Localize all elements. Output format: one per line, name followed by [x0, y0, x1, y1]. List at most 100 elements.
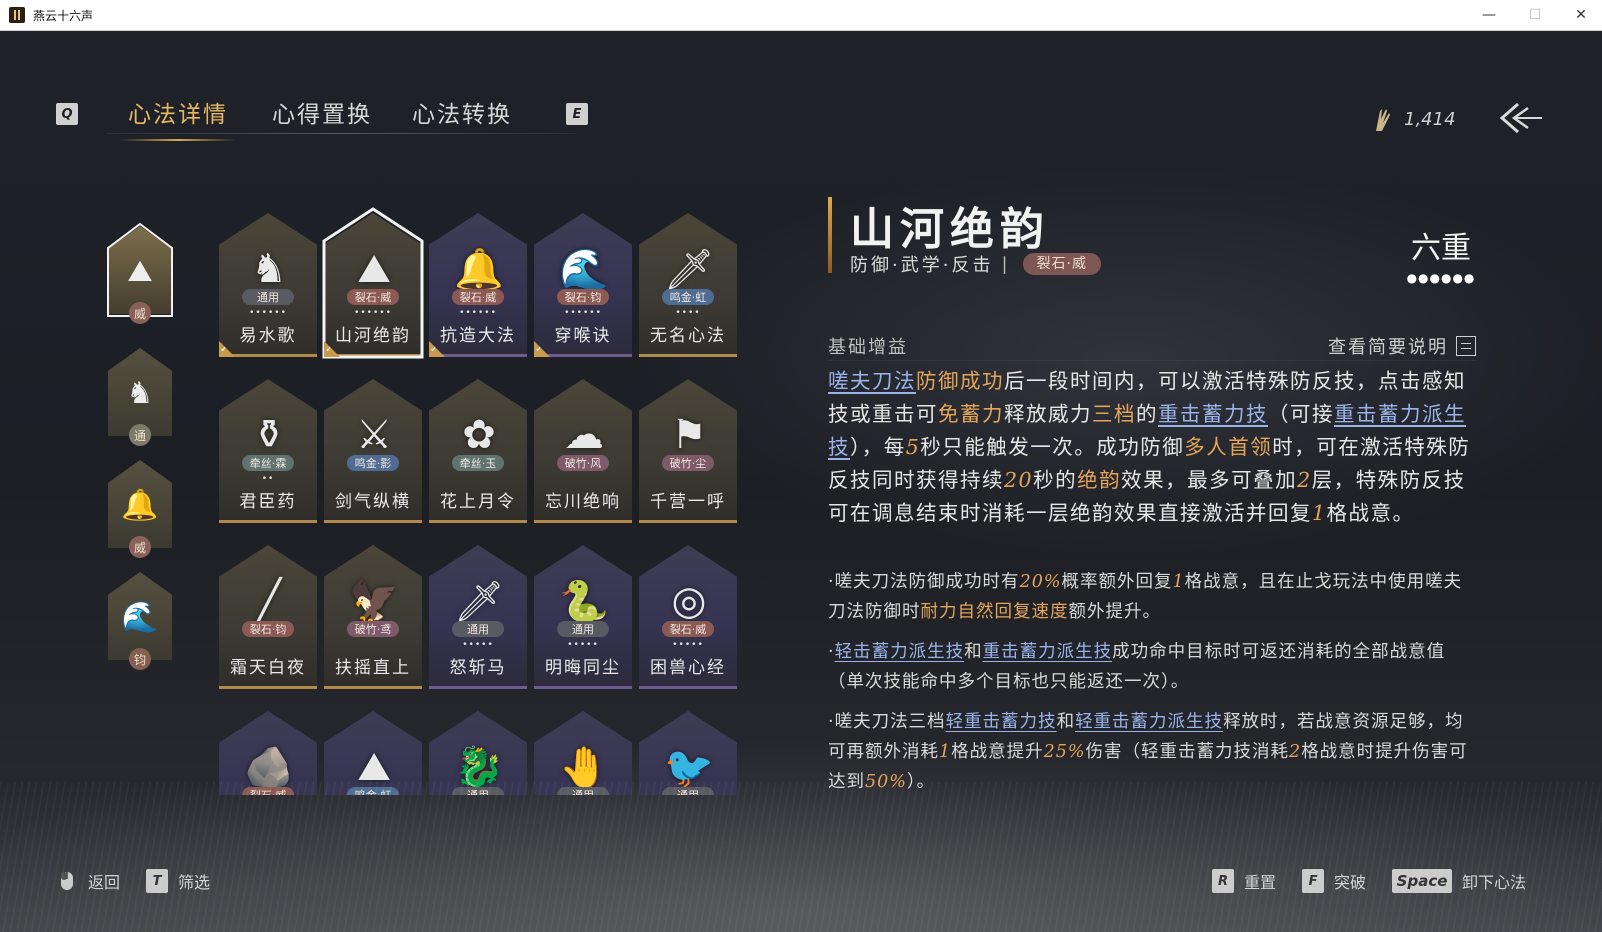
desc-text: 秒的: [1033, 468, 1078, 492]
skill-card[interactable]: ╱ 裂石·钧 霜天白夜: [219, 545, 317, 689]
tag-separator: |: [1001, 253, 1011, 275]
skill-card[interactable]: ✿ 牵丝·玉 花上月令: [429, 379, 527, 523]
skill-card[interactable]: 🤚 通用 •: [534, 711, 632, 795]
card-name: 山河绝韵: [335, 326, 411, 346]
card-school-badge: 牵丝·玉: [452, 455, 504, 471]
skill-card[interactable]: 🌊 裂石·钧 •••••• 穿喉诀 ✓: [534, 213, 632, 357]
unequip-key[interactable]: Space: [1392, 869, 1453, 893]
card-grade-dots: [219, 640, 317, 650]
card-school-badge: 通用: [662, 787, 714, 795]
desc-text: 效果，最多可叠加: [1121, 468, 1298, 492]
back-arrow-icon[interactable]: [1498, 98, 1544, 138]
desc-text: 和: [964, 642, 983, 662]
skill-link[interactable]: 重击蓄力技: [1158, 402, 1268, 426]
maximize-button[interactable]: ☐: [1512, 0, 1558, 30]
desc-text: ·嗟夫刀法防御成功时有: [828, 572, 1020, 592]
card-name: 无名心法: [650, 326, 726, 346]
skill-card[interactable]: ⚑ 破竹·尘 千营一呼: [639, 379, 737, 523]
unequip-action-label[interactable]: 卸下心法: [1462, 869, 1526, 893]
help-list-icon: [1456, 336, 1476, 356]
skill-card[interactable]: 🐍 通用 ••••• 明晦同尘: [534, 545, 632, 689]
game-viewport: Q 心法详情 心得置换 心法转换 E 1,414 ⛰ 威 ♞ 通 🔔 威 🌊 钧: [0, 31, 1602, 932]
card-grade-dots: •••••: [462, 640, 494, 650]
desc-text: 多人首领: [1184, 435, 1273, 459]
card-grade-dots: •••••: [672, 640, 704, 650]
card-name: 花上月令: [440, 492, 516, 512]
card-illustration-icon: ╱: [256, 578, 282, 624]
skill-card[interactable]: 🗡 通用 ••••• 怒斩马: [429, 545, 527, 689]
skill-card[interactable]: 🐦 通用: [639, 711, 737, 795]
skill-tag-list: 防御·武学·反击: [850, 255, 994, 276]
card-school-badge: 通用: [557, 787, 609, 795]
desc-text: 1: [939, 742, 952, 762]
skill-card[interactable]: ⚔ 鸣金·影 剑气纵横: [324, 379, 422, 523]
card-illustration-icon: 🪨: [244, 744, 294, 791]
skill-link[interactable]: 轻重击蓄力派生技: [1075, 712, 1223, 732]
desc-text: 释放威力: [1004, 402, 1092, 426]
card-grade-dots: [324, 474, 422, 484]
card-school-badge: 通用: [452, 621, 504, 637]
back-action-label[interactable]: 返回: [88, 869, 120, 893]
desc-text: 2: [1297, 468, 1312, 492]
skill-card[interactable]: ⛰ 裂石·威 •••••• 山河绝韵 ✓: [322, 207, 424, 359]
desc-text: 防御成功: [916, 369, 1004, 393]
desc-text: 2: [1289, 742, 1302, 762]
currency-amount: 1,414: [1404, 108, 1456, 130]
card-name: 困兽心经: [650, 658, 726, 678]
grade-label: 六重: [1411, 231, 1471, 266]
skill-link[interactable]: 轻击蓄力派生技: [835, 642, 965, 662]
skill-card[interactable]: 🦅 破竹·鸢 扶摇直上: [324, 545, 422, 689]
currency-display: 1,414: [1370, 103, 1456, 135]
card-illustration-icon: 🔔: [454, 246, 504, 293]
skill-link[interactable]: 嗟夫刀法: [828, 369, 916, 393]
card-name: 君臣药: [239, 492, 297, 512]
card-grade-dots: [534, 474, 632, 484]
skill-card[interactable]: 🗡 鸣金·虹 •••• 无名心法: [639, 213, 737, 357]
card-school-badge: 通用: [557, 621, 609, 637]
filter-key[interactable]: T: [146, 869, 169, 893]
skill-card[interactable]: ☁ 破竹·风 忘川绝响: [534, 379, 632, 523]
game-window: 燕云十六声 — ☐ ✕ Q 心法详情 心得置换 心法转换 E 1,414 ⛰ 威…: [0, 0, 1602, 932]
desc-text: 格战意提升: [951, 742, 1044, 762]
card-grade-dots: ••••••: [564, 308, 602, 318]
desc-text: 伤害（轻重击蓄力技消耗: [1085, 742, 1290, 762]
bonus-line-1: ·嗟夫刀法防御成功时有20%概率额外回复1格战意，且在止戈玩法中使用嗟夫刀法防御…: [828, 567, 1476, 627]
desc-text: ·: [828, 642, 835, 662]
skill-link[interactable]: 轻重击蓄力技: [946, 712, 1057, 732]
skill-card[interactable]: ◎ 裂石·威 ••••• 困兽心经: [639, 545, 737, 689]
filter-action-label[interactable]: 筛选: [178, 869, 210, 893]
desc-text: 绝韵: [1077, 468, 1122, 492]
skill-card[interactable]: 🔔 裂石·威 •••••• 抗造大法 ✓: [429, 213, 527, 357]
brief-help-link[interactable]: 查看简要说明: [1328, 333, 1476, 359]
title-accent-bar: [828, 197, 832, 273]
skill-card[interactable]: 🐉 通用 •: [429, 711, 527, 795]
card-grade-dots: ••••••: [354, 308, 392, 318]
footer-right-controls: R 重置 F 突破 Space 卸下心法: [1212, 869, 1526, 893]
footer-left-controls: 返回 T 筛选: [60, 869, 210, 893]
desc-text: 1: [1312, 501, 1327, 525]
card-name: 忘川绝响: [545, 492, 621, 512]
breakthrough-key[interactable]: F: [1302, 869, 1325, 893]
breakthrough-action-label[interactable]: 突破: [1334, 869, 1366, 893]
skill-card[interactable]: ⛰ 鸣金·虹 •••: [324, 711, 422, 795]
skill-card[interactable]: ⚱ 牵丝·霖 •• 君臣药: [219, 379, 317, 523]
skill-link[interactable]: 重击蓄力派生技: [983, 642, 1113, 662]
section-header: 基础增益 查看简要说明: [828, 333, 1476, 361]
card-name: 扶摇直上: [335, 658, 411, 678]
skill-card[interactable]: 🪨 裂石·威 •••••: [219, 711, 317, 795]
skill-card[interactable]: ♞ 通用 •••••• 易水歌 ✓: [219, 213, 317, 357]
card-illustration-icon: ⛰: [357, 246, 391, 292]
close-button[interactable]: ✕: [1558, 0, 1602, 30]
card-school-badge: 鸣金·虹: [662, 289, 714, 305]
reset-key[interactable]: R: [1212, 869, 1234, 893]
minimize-button[interactable]: —: [1466, 0, 1512, 30]
card-school-badge: 裂石·钧: [557, 289, 609, 305]
reset-action-label[interactable]: 重置: [1244, 869, 1276, 893]
card-illustration-icon: ◎: [671, 578, 707, 624]
desc-text: 免蓄力: [938, 402, 1004, 426]
desc-text: 三档: [1092, 402, 1136, 426]
card-name: 剑气纵横: [335, 492, 411, 512]
card-name: 千营一呼: [650, 492, 726, 512]
card-illustration-icon: 🤚: [559, 744, 609, 791]
title-bar: 燕云十六声 — ☐ ✕: [0, 0, 1602, 31]
